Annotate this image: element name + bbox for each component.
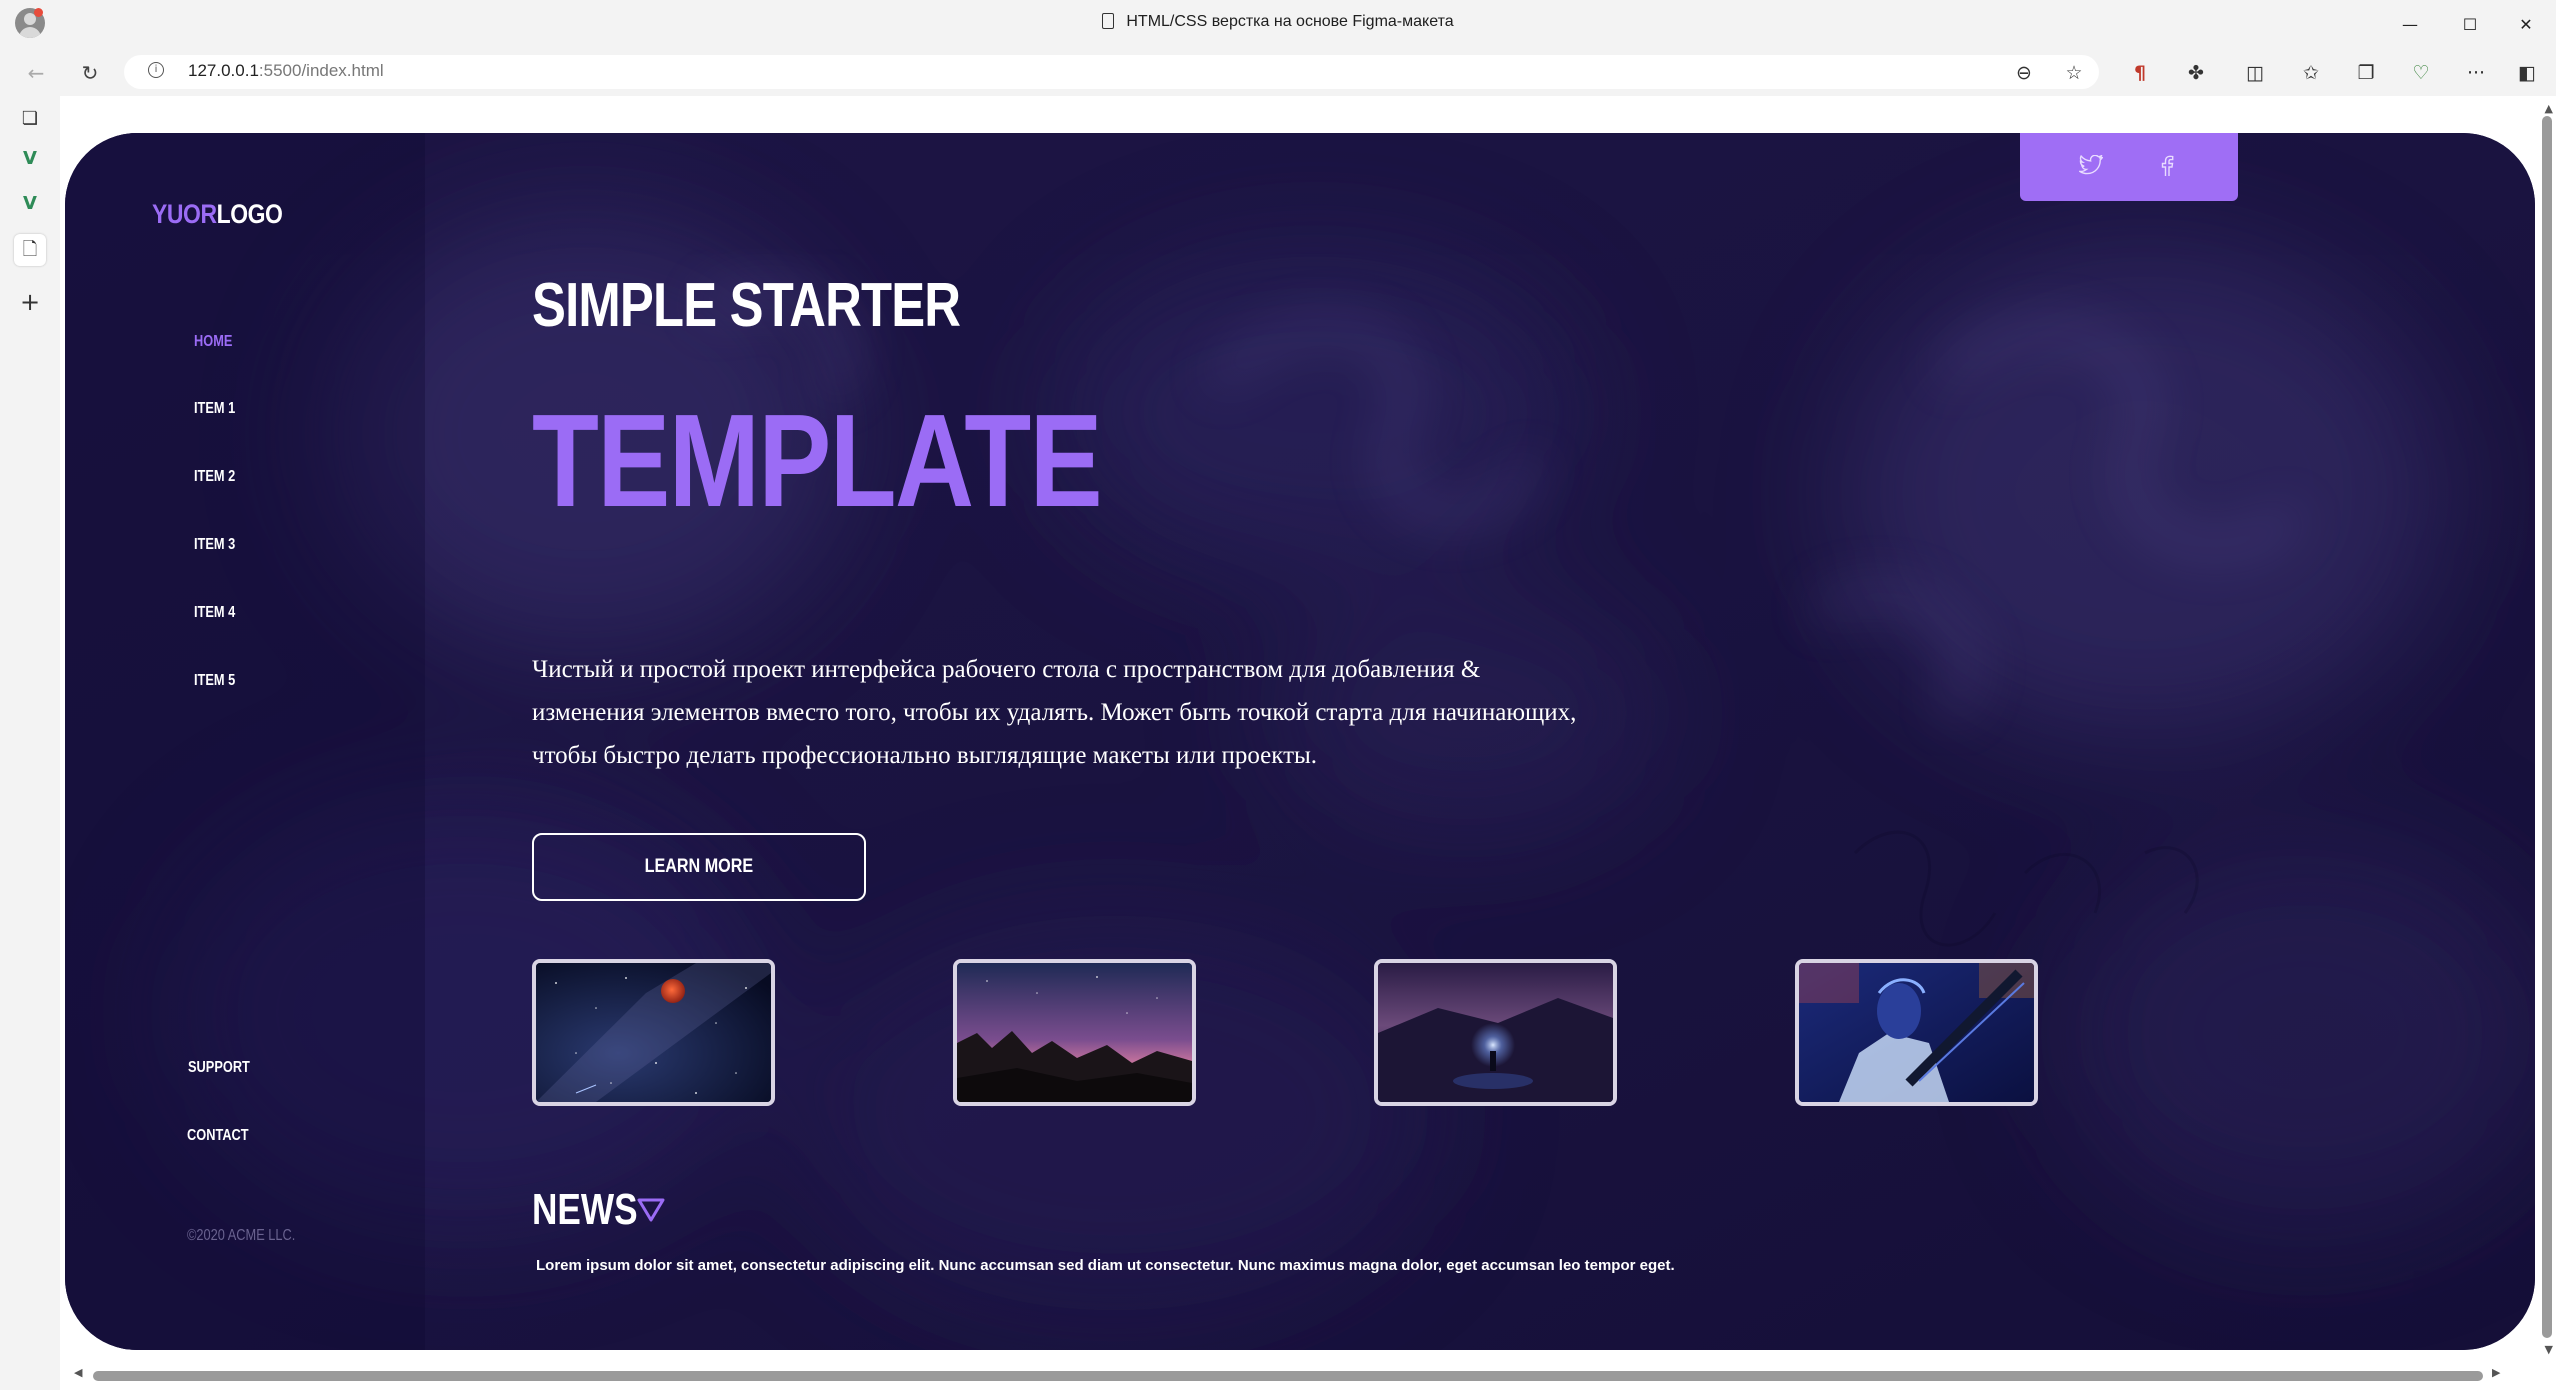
tab-actions-icon[interactable]: ❏ [14,103,46,135]
logo-part-white: LOGO [216,199,283,229]
person-with-light-image [1378,963,1613,1102]
learn-more-button[interactable]: LEARN MORE [532,833,866,901]
contact-link[interactable]: CONTACT [187,1127,249,1145]
extensions-icon[interactable]: ✤ [2181,58,2211,88]
split-screen-icon[interactable]: ◫ [2240,58,2270,88]
new-tab-icon[interactable]: + [14,286,46,318]
learn-more-label: LEARN MORE [644,856,754,877]
browser-essentials-icon[interactable]: ♡ [2406,58,2436,88]
zoom-out-icon[interactable]: ⊖ [2009,58,2039,88]
hero-description: Чистый и простой проект интерфейса рабоч… [532,656,1577,769]
landing-page: YUORLOGO HOME ITEM 1 ITEM 2 ITEM 3 ITEM … [65,133,2535,1350]
vertical-scrollbar[interactable] [2542,116,2552,1338]
window-title-text: HTML/CSS верстка на основе Figma-макета [1126,13,1454,30]
hero-heading-line1: SIMPLE STARTER [532,271,961,340]
favorite-star-icon[interactable]: ☆ [2059,58,2089,88]
scroll-left-arrow-icon[interactable]: ◀ [74,1366,82,1379]
news-text: Lorem ipsum dolor sit amet, consectetur … [536,1257,1675,1274]
active-document-tab-icon[interactable]: 🗋 [14,234,46,266]
url-text[interactable]: 127.0.0.1:5500/index.html [188,61,384,81]
copilot-sidebar-icon[interactable]: ◧ [2512,58,2542,88]
social-links-bar [2020,133,2238,201]
blue-neon-portrait-image [1799,963,2034,1102]
back-icon[interactable]: ← [20,58,52,88]
refresh-icon[interactable]: ↻ [74,58,106,88]
news-heading: NEWS [532,1185,638,1234]
nav-item-3[interactable]: ITEM 3 [194,536,235,554]
document-icon [1102,13,1115,29]
facebook-icon[interactable] [2154,155,2180,181]
hero-heading-line2: TEMPLATE [532,387,1103,534]
nav-item-home[interactable]: HOME [194,333,232,351]
scroll-right-arrow-icon[interactable]: ▶ [2492,1366,2500,1379]
copyright-text: ©2020 ACME LLC. [187,1227,296,1244]
vue-tab-icon-2[interactable]: V [14,188,46,220]
extension-pilcrow-icon[interactable]: ¶ [2125,58,2155,88]
gallery-image-2[interactable] [953,959,1196,1106]
side-navigation-panel [65,133,425,1350]
logo-part-accent: YUOR [152,199,217,229]
nav-item-5[interactable]: ITEM 5 [194,672,235,690]
scroll-up-arrow-icon[interactable]: ▲ [2545,102,2553,115]
vue-tab-icon[interactable]: V [14,143,46,175]
twitter-icon[interactable] [2077,154,2104,181]
site-logo[interactable]: YUORLOGO [152,199,283,230]
support-link[interactable]: SUPPORT [188,1059,250,1077]
mountains-purple-sky-image [957,963,1192,1102]
collections-icon[interactable]: ❐ [2351,58,2381,88]
night-sky-red-moon-image [536,963,771,1102]
horizontal-scrollbar[interactable] [93,1371,2483,1381]
gallery-image-1[interactable] [532,959,775,1106]
favorites-icon[interactable]: ✩ [2296,58,2326,88]
gallery-image-4[interactable] [1795,959,2038,1106]
gallery-image-3[interactable] [1374,959,1617,1106]
url-host: 127.0.0.1 [188,61,259,80]
nav-item-1[interactable]: ITEM 1 [194,400,235,418]
window-title: HTML/CSS верстка на основе Figma-макета [0,13,2556,31]
url-path: :5500/index.html [258,61,384,80]
scroll-down-arrow-icon[interactable]: ▼ [2545,1343,2553,1356]
nav-item-4[interactable]: ITEM 4 [194,604,235,622]
more-options-icon[interactable]: ··· [2461,58,2491,88]
site-info-icon[interactable]: i [148,62,164,78]
news-toggle-triangle-icon[interactable] [636,1197,666,1223]
address-bar[interactable] [124,55,2099,89]
close-icon[interactable]: ✕ [2508,10,2544,40]
maximize-icon[interactable]: ☐ [2452,10,2488,40]
minimize-icon[interactable]: — [2392,10,2428,40]
nav-item-2[interactable]: ITEM 2 [194,468,235,486]
